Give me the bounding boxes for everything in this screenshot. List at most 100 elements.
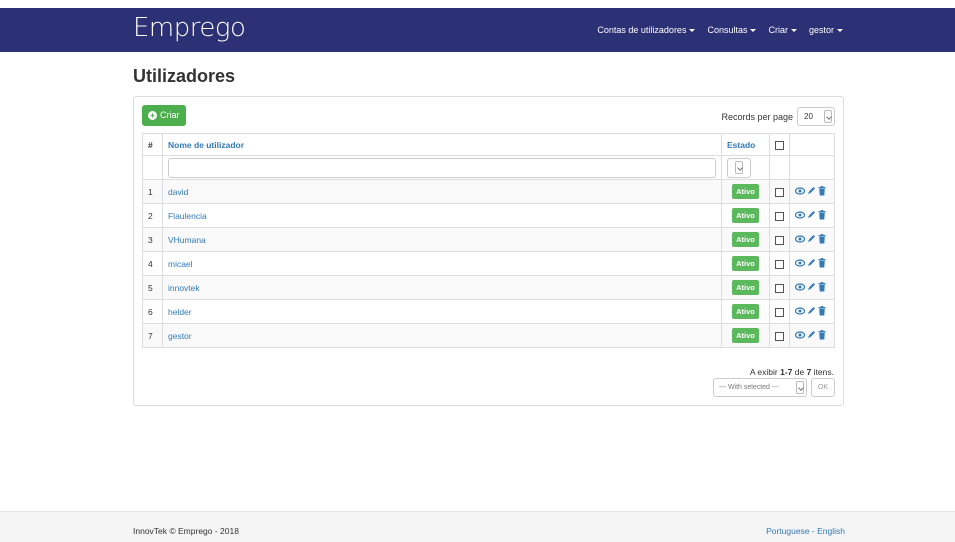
row-number: 6 bbox=[142, 299, 163, 324]
summary-text: A exibir 1-7 de 7 itens. bbox=[749, 367, 834, 377]
delete-trash-icon[interactable] bbox=[818, 209, 826, 222]
table-row: 5 innovtek Ativo bbox=[142, 275, 836, 300]
row-status: Ativo bbox=[721, 323, 770, 348]
with-selected-select[interactable]: --- With selected --- bbox=[713, 378, 807, 397]
row-number: 4 bbox=[142, 251, 163, 276]
edit-pencil-icon[interactable] bbox=[807, 210, 816, 221]
row-username: helder bbox=[161, 299, 723, 324]
row-status: Ativo bbox=[721, 251, 770, 276]
table-row: 3 VHumana Ativo bbox=[142, 227, 836, 252]
row-actions bbox=[788, 227, 836, 252]
row-username: gestor bbox=[161, 323, 723, 348]
row-status: Ativo bbox=[721, 203, 770, 228]
create-button[interactable]: + Criar bbox=[142, 105, 186, 126]
username-link[interactable]: micael bbox=[168, 259, 193, 269]
delete-trash-icon[interactable] bbox=[818, 305, 826, 318]
footer-copyright: InnovTek © Emprego - 2018 bbox=[133, 526, 239, 536]
users-table: # Nome de utilizador Estado 1 david Ativo 2… bbox=[142, 133, 836, 348]
caret-down-icon bbox=[689, 29, 696, 33]
language-switcher: Portuguese - English bbox=[766, 526, 845, 536]
row-actions bbox=[788, 203, 836, 228]
view-eye-icon[interactable] bbox=[794, 258, 806, 269]
username-link[interactable]: helder bbox=[168, 307, 192, 317]
row-status: Ativo bbox=[721, 179, 770, 204]
row-select bbox=[768, 179, 790, 204]
row-checkbox[interactable] bbox=[774, 211, 784, 221]
row-checkbox[interactable] bbox=[774, 235, 784, 245]
username-link[interactable]: david bbox=[168, 187, 188, 197]
edit-pencil-icon[interactable] bbox=[807, 258, 816, 269]
username-link[interactable]: gestor bbox=[168, 331, 192, 341]
status-badge: Ativo bbox=[732, 280, 759, 295]
delete-trash-icon[interactable] bbox=[818, 185, 826, 198]
table-header-row: # Nome de utilizador Estado bbox=[142, 133, 836, 156]
records-per-page-label: Records per page bbox=[721, 111, 793, 122]
bulk-ok-button[interactable]: OK bbox=[811, 378, 835, 397]
records-per-page-select[interactable]: 20 bbox=[797, 107, 835, 126]
table-row: 1 david Ativo bbox=[142, 179, 836, 204]
edit-pencil-icon[interactable] bbox=[807, 330, 816, 341]
username-link[interactable]: innovtek bbox=[168, 283, 200, 293]
edit-pencil-icon[interactable] bbox=[807, 234, 816, 245]
edit-pencil-icon[interactable] bbox=[807, 186, 816, 197]
row-actions bbox=[788, 179, 836, 204]
view-eye-icon[interactable] bbox=[794, 306, 806, 317]
row-select bbox=[768, 227, 790, 252]
table-row: 2 Flaulencia Ativo bbox=[142, 203, 836, 228]
nav-consultas-dropdown[interactable]: Consultas bbox=[707, 25, 757, 35]
with-selected-placeholder: --- With selected --- bbox=[719, 384, 779, 391]
row-number: 2 bbox=[142, 203, 163, 228]
header-username[interactable]: Nome de utilizador bbox=[161, 133, 723, 156]
header-status[interactable]: Estado bbox=[721, 133, 770, 156]
sort-username-link[interactable]: Nome de utilizador bbox=[168, 140, 244, 150]
row-number: 3 bbox=[142, 227, 163, 252]
row-checkbox[interactable] bbox=[774, 259, 784, 269]
header-num: # bbox=[142, 133, 163, 156]
view-eye-icon[interactable] bbox=[794, 210, 806, 221]
sort-status-link[interactable]: Estado bbox=[727, 140, 755, 150]
row-status: Ativo bbox=[721, 299, 770, 324]
nav-user-dropdown[interactable]: gestor bbox=[809, 25, 843, 35]
nav-contas-dropdown[interactable]: Contas de utilizadores bbox=[597, 25, 696, 35]
row-actions bbox=[788, 275, 836, 300]
header-select-all bbox=[768, 133, 790, 156]
status-badge: Ativo bbox=[732, 304, 759, 319]
table-body: 1 david Ativo 2 Flaulencia Ativo 3 VHumana Ativo… bbox=[142, 179, 836, 348]
row-select bbox=[768, 275, 790, 300]
row-username: innovtek bbox=[161, 275, 723, 300]
chevron-down-icon bbox=[824, 110, 832, 123]
view-eye-icon[interactable] bbox=[794, 282, 806, 293]
delete-trash-icon[interactable] bbox=[818, 281, 826, 294]
view-eye-icon[interactable] bbox=[794, 234, 806, 245]
brand-logo[interactable]: Emprego bbox=[133, 13, 246, 43]
row-status: Ativo bbox=[721, 227, 770, 252]
row-select bbox=[768, 299, 790, 324]
row-select bbox=[768, 251, 790, 276]
delete-trash-icon[interactable] bbox=[818, 329, 826, 342]
status-badge: Ativo bbox=[732, 232, 759, 247]
edit-pencil-icon[interactable] bbox=[807, 306, 816, 317]
row-checkbox[interactable] bbox=[774, 331, 784, 341]
username-link[interactable]: Flaulencia bbox=[168, 211, 207, 221]
view-eye-icon[interactable] bbox=[794, 330, 806, 341]
select-all-checkbox[interactable] bbox=[774, 140, 784, 150]
lang-english-link[interactable]: English bbox=[817, 526, 845, 536]
lang-portuguese-link[interactable]: Portuguese bbox=[766, 526, 809, 536]
delete-trash-icon[interactable] bbox=[818, 257, 826, 270]
footer: InnovTek © Emprego - 2018 Portuguese - E… bbox=[0, 511, 955, 542]
view-eye-icon[interactable] bbox=[794, 186, 806, 197]
username-filter-input[interactable] bbox=[167, 157, 716, 178]
status-badge: Ativo bbox=[732, 184, 759, 199]
row-checkbox[interactable] bbox=[774, 283, 784, 293]
status-filter-select[interactable] bbox=[727, 157, 751, 178]
caret-down-icon bbox=[750, 29, 757, 33]
row-status: Ativo bbox=[721, 275, 770, 300]
edit-pencil-icon[interactable] bbox=[807, 282, 816, 293]
grid-panel: + Criar Records per page 20 # Nome de ut… bbox=[133, 96, 844, 406]
username-link[interactable]: VHumana bbox=[168, 235, 206, 245]
page-title: Utilizadores bbox=[133, 66, 236, 86]
row-checkbox[interactable] bbox=[774, 307, 784, 317]
delete-trash-icon[interactable] bbox=[818, 233, 826, 246]
nav-criar-dropdown[interactable]: Criar bbox=[768, 25, 797, 35]
row-checkbox[interactable] bbox=[774, 187, 784, 197]
